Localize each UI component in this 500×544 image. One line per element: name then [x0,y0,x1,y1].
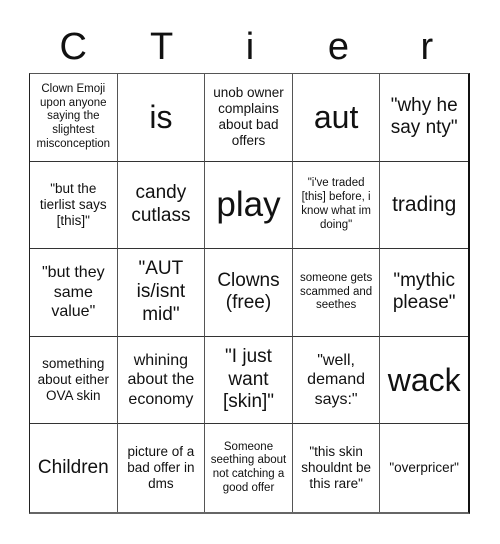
bingo-cell-r3c3[interactable]: Clowns (free) [205,249,293,337]
bingo-cell-r1c4[interactable]: aut [292,74,381,162]
cell-text: candy cutlass [131,182,191,226]
cell-text: "well, demand says:" [307,351,365,408]
cell-text: someone gets scammed and seethes [299,271,373,312]
cell-text: "why he say nty" [390,94,458,139]
bingo-cell-r1c2[interactable]: is [117,74,206,162]
bingo-cell-r5c2[interactable]: picture of a bad offer in dms [117,424,206,512]
cell-text: "I just want [skin]" [222,345,275,413]
cell-text: Clown Emoji upon anyone saying the sligh… [36,82,111,150]
bingo-cell-r3c4[interactable]: someone gets scammed and seethes [292,249,381,337]
bingo-cell-r1c1[interactable]: Clown Emoji upon anyone saying the sligh… [30,74,118,162]
bingo-cell-r5c3[interactable]: Someone seething about not catching a go… [205,424,293,512]
bingo-cell-r4c5[interactable]: wack [380,336,468,425]
cell-text: picture of a bad offer in dms [127,443,195,492]
cell-text: Someone seething about not catching a go… [210,440,287,494]
cell-text: wack [387,361,461,398]
cell-text: something about either OVA skin [37,355,109,404]
cell-text: "this skin shouldnt be this rare" [301,443,371,492]
cell-text: "i've traded [this] before, i know what … [301,177,371,231]
cell-text: is [149,98,173,135]
bingo-cell-r5c1[interactable]: Children [30,424,118,512]
title-letter-t: T [150,26,174,68]
bingo-cell-r2c5[interactable]: trading [380,161,468,250]
title-letter-e: e [327,26,349,68]
bingo-cell-r3c1[interactable]: "but they same value" [30,249,118,337]
cell-text: "mythic please" [392,269,456,314]
cell-text: "but the tierlist says [this]" [39,180,107,228]
title-letter-r: r [420,26,434,68]
cell-text: Children [37,456,109,478]
bingo-cell-r3c5[interactable]: "mythic please" [380,249,468,337]
bingo-cell-r4c3[interactable]: "I just want [skin]" [205,336,293,425]
title-letter-c: C [59,26,87,68]
bingo-cell-r1c3[interactable]: unob owner complains about bad offers [205,74,293,162]
bingo-cell-r4c1[interactable]: something about either OVA skin [30,336,118,425]
cell-text: whining about the economy [127,351,195,408]
cell-text: Clowns (free) [217,269,280,314]
cell-text: "overpricer" [389,460,459,476]
cell-text: "AUT is/isnt mid" [136,258,186,325]
card-title: C T i e r [29,22,471,72]
cell-text: play [216,184,281,224]
bingo-cell-r2c3[interactable]: play [205,161,293,250]
title-letter-i: i [245,26,255,68]
cell-text: "but they same value" [41,264,105,321]
bingo-cell-r4c4[interactable]: "well, demand says:" [292,336,381,425]
bingo-cell-r5c4[interactable]: "this skin shouldnt be this rare" [292,424,381,512]
cell-text: trading [392,192,457,216]
cell-text: unob owner complains about bad offers [213,84,284,149]
bingo-cell-r3c2[interactable]: "AUT is/isnt mid" [117,249,206,337]
bingo-board: Clown Emoji upon anyone saying the sligh… [29,73,470,514]
cell-text: aut [313,98,359,135]
bingo-cell-r2c2[interactable]: candy cutlass [117,161,206,250]
bingo-cell-r5c5[interactable]: "overpricer" [380,424,468,512]
bingo-cell-r4c2[interactable]: whining about the economy [117,336,206,425]
bingo-cell-r1c5[interactable]: "why he say nty" [380,74,468,162]
bingo-cell-r2c4[interactable]: "i've traded [this] before, i know what … [292,161,381,250]
bingo-cell-r2c1[interactable]: "but the tierlist says [this]" [30,161,118,250]
